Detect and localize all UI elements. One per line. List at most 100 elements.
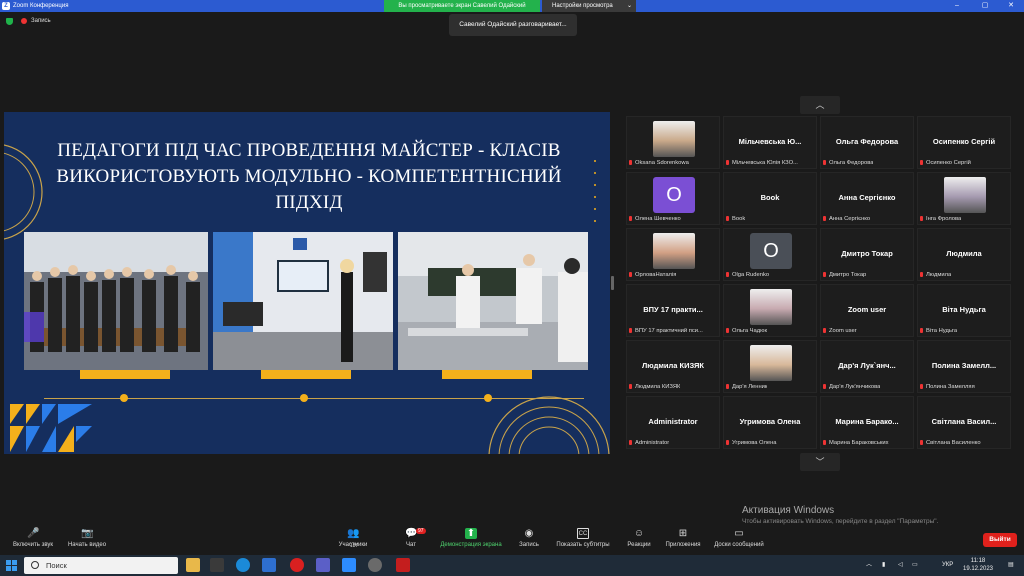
participant-tile[interactable]: Ольга Федорова Ольга Федорова: [820, 116, 914, 169]
apps-label: Приложения: [665, 542, 701, 548]
tray-chevron-up-icon[interactable]: ︿: [866, 555, 872, 576]
participant-name-label: Ольга Чадюк: [726, 328, 767, 334]
participant-tile[interactable]: Анна Сергієнко Анна Сергієнко: [820, 172, 914, 225]
split-resize-handle[interactable]: [611, 276, 614, 290]
participant-tile[interactable]: ВПУ 17 практи... ВПУ 17 практичний пси...: [626, 284, 720, 337]
task-view-icon[interactable]: [210, 558, 224, 572]
participant-tile[interactable]: Oksana Sdorenkowa: [626, 116, 720, 169]
slide-photo: [398, 232, 588, 370]
participant-tile[interactable]: Zoom user Zoom user: [820, 284, 914, 337]
start-video-button[interactable]: 📷 Начать видео: [54, 528, 120, 552]
app-taskbar-icon[interactable]: [368, 558, 382, 572]
language-indicator[interactable]: УКР: [942, 555, 953, 576]
participant-tile[interactable]: Полина Замелл... Полина Замелляя: [917, 340, 1011, 393]
participant-tile[interactable]: Осипенко Сергій Осипенко Сергій: [917, 116, 1011, 169]
chat-button[interactable]: 💬 97 Чат: [378, 528, 444, 552]
pdf-reader-icon[interactable]: [396, 558, 410, 572]
muted-mic-icon: [629, 216, 632, 221]
battery-icon[interactable]: ▭: [912, 555, 918, 576]
participant-video-thumbnail: [750, 345, 792, 381]
participant-name-text: Ольга Чадюк: [732, 328, 768, 334]
participant-name-label: Дар'я Лук'янчикова: [823, 384, 880, 390]
participant-display-name: Людмила: [946, 249, 982, 258]
participant-tile[interactable]: Людмила КИЗЯК Людмила КИЗЯК: [626, 340, 720, 393]
participant-name-label: Віта Нудьга: [920, 328, 957, 334]
muted-mic-icon: [726, 160, 729, 165]
edge-browser-icon[interactable]: [236, 558, 250, 572]
system-clock[interactable]: 11:18 19.12.2023: [958, 557, 998, 573]
participant-tile[interactable]: O Olga Rudenko: [723, 228, 817, 281]
slide-photo: [24, 232, 208, 370]
participant-display-name: Administrator: [648, 417, 698, 426]
taskbar-search-input[interactable]: Поиск: [24, 557, 178, 574]
start-video-label: Начать видео: [67, 542, 107, 548]
unmute-label: Включить звук: [12, 542, 53, 548]
zoom-taskbar-icon[interactable]: [342, 558, 356, 572]
participant-display-name: Анна Сергієнко: [838, 193, 896, 202]
muted-mic-icon: [726, 440, 729, 445]
participants-icon: 👥187: [347, 528, 360, 549]
participant-tile[interactable]: Book Book: [723, 172, 817, 225]
participant-tile[interactable]: Інга Фролова: [917, 172, 1011, 225]
whiteboard-icon: ▭: [734, 528, 744, 539]
volume-icon[interactable]: ◁: [898, 555, 903, 576]
participant-name-text: Дар'я Ленник: [732, 384, 768, 390]
window-title: Zoom Конференция: [13, 3, 69, 9]
muted-mic-icon: [629, 272, 632, 277]
participant-tile[interactable]: ОрловаНаталія: [626, 228, 720, 281]
participant-name-label: ОрловаНаталія: [629, 272, 676, 278]
security-shield-icon[interactable]: [6, 17, 13, 25]
participant-name-label: Olga Rudenko: [726, 272, 769, 278]
participant-name-label: Мільчевська Юлія КЗО...: [726, 160, 798, 166]
participant-tile[interactable]: Людмила Людмила: [917, 228, 1011, 281]
participant-tile[interactable]: Дар'я Ленник: [723, 340, 817, 393]
opera-browser-icon[interactable]: [290, 558, 304, 572]
gallery-prev-page-button[interactable]: ︿: [800, 96, 840, 114]
muted-mic-icon: [823, 160, 826, 165]
participant-tile[interactable]: Світлана Васил... Світлана Василенко: [917, 396, 1011, 449]
participant-tile[interactable]: Марина Барако... Марина Бараковських: [820, 396, 914, 449]
share-screen-button[interactable]: ⬆ Демонстрация экрана: [438, 528, 504, 552]
minimize-button[interactable]: –: [946, 0, 968, 12]
network-icon[interactable]: ▮: [882, 555, 885, 576]
view-options-dropdown[interactable]: Настройки просмотра ⌄: [542, 0, 636, 12]
muted-mic-icon: [920, 384, 923, 389]
maximize-button[interactable]: ▢: [974, 0, 996, 12]
participant-tile[interactable]: Ольга Чадюк: [723, 284, 817, 337]
mail-icon[interactable]: [262, 558, 276, 572]
participant-tile[interactable]: Дмитро Токар Дмитро Токар: [820, 228, 914, 281]
close-button[interactable]: ✕: [1000, 0, 1022, 12]
slide-photo-group: [398, 232, 588, 370]
whiteboards-button[interactable]: ▭ Доски сообщений: [706, 528, 772, 552]
participant-video-thumbnail: [653, 121, 695, 157]
participant-tile[interactable]: Віта Нудьга Віта Нудьга: [917, 284, 1011, 337]
meeting-toolbar: 🎤 Включить звук 📷 Начать видео 👥187 Учас…: [0, 526, 1024, 554]
participant-name-text: Віта Нудьга: [926, 328, 958, 334]
share-screen-icon: ⬆: [465, 528, 477, 539]
participant-display-name: Дар'я Лук`янч...: [838, 361, 896, 370]
participant-name-label: Олена Шевченко: [629, 216, 681, 222]
participant-name-label: Угримова Олена: [726, 440, 777, 446]
timeline-dot: [300, 394, 308, 402]
show-subtitles-label: Показать субтитры: [556, 542, 610, 548]
gallery-next-page-button[interactable]: ﹀: [800, 453, 840, 471]
participant-tile[interactable]: O Олена Шевченко: [626, 172, 720, 225]
participant-name-text: Світлана Василенко: [926, 440, 981, 446]
participant-tile[interactable]: Дар'я Лук`янч... Дар'я Лук'янчикова: [820, 340, 914, 393]
participant-tile[interactable]: Administrator Administrator: [626, 396, 720, 449]
participant-tile[interactable]: Мільчевська Ю... Мільчевська Юлія КЗО...: [723, 116, 817, 169]
participant-tile[interactable]: Угримова Олена Угримова Олена: [723, 396, 817, 449]
participant-display-name: Людмила КИЗЯК: [642, 361, 704, 370]
teams-icon[interactable]: [316, 558, 330, 572]
whiteboards-label: Доски сообщений: [714, 542, 764, 548]
windows-start-icon[interactable]: [6, 560, 17, 571]
participant-name-label: Осипенко Сергій: [920, 160, 971, 166]
participant-name-text: Мільчевська Юлія КЗО...: [732, 160, 798, 166]
notifications-icon[interactable]: ▤: [1008, 555, 1014, 576]
file-explorer-icon[interactable]: [186, 558, 200, 572]
participant-name-label: Людмила: [920, 272, 951, 278]
muted-mic-icon: [629, 384, 632, 389]
participants-button[interactable]: 👥187 Участники: [320, 528, 386, 552]
leave-meeting-button[interactable]: Выйти: [983, 533, 1017, 547]
participant-name-text: Людмила: [926, 272, 952, 278]
